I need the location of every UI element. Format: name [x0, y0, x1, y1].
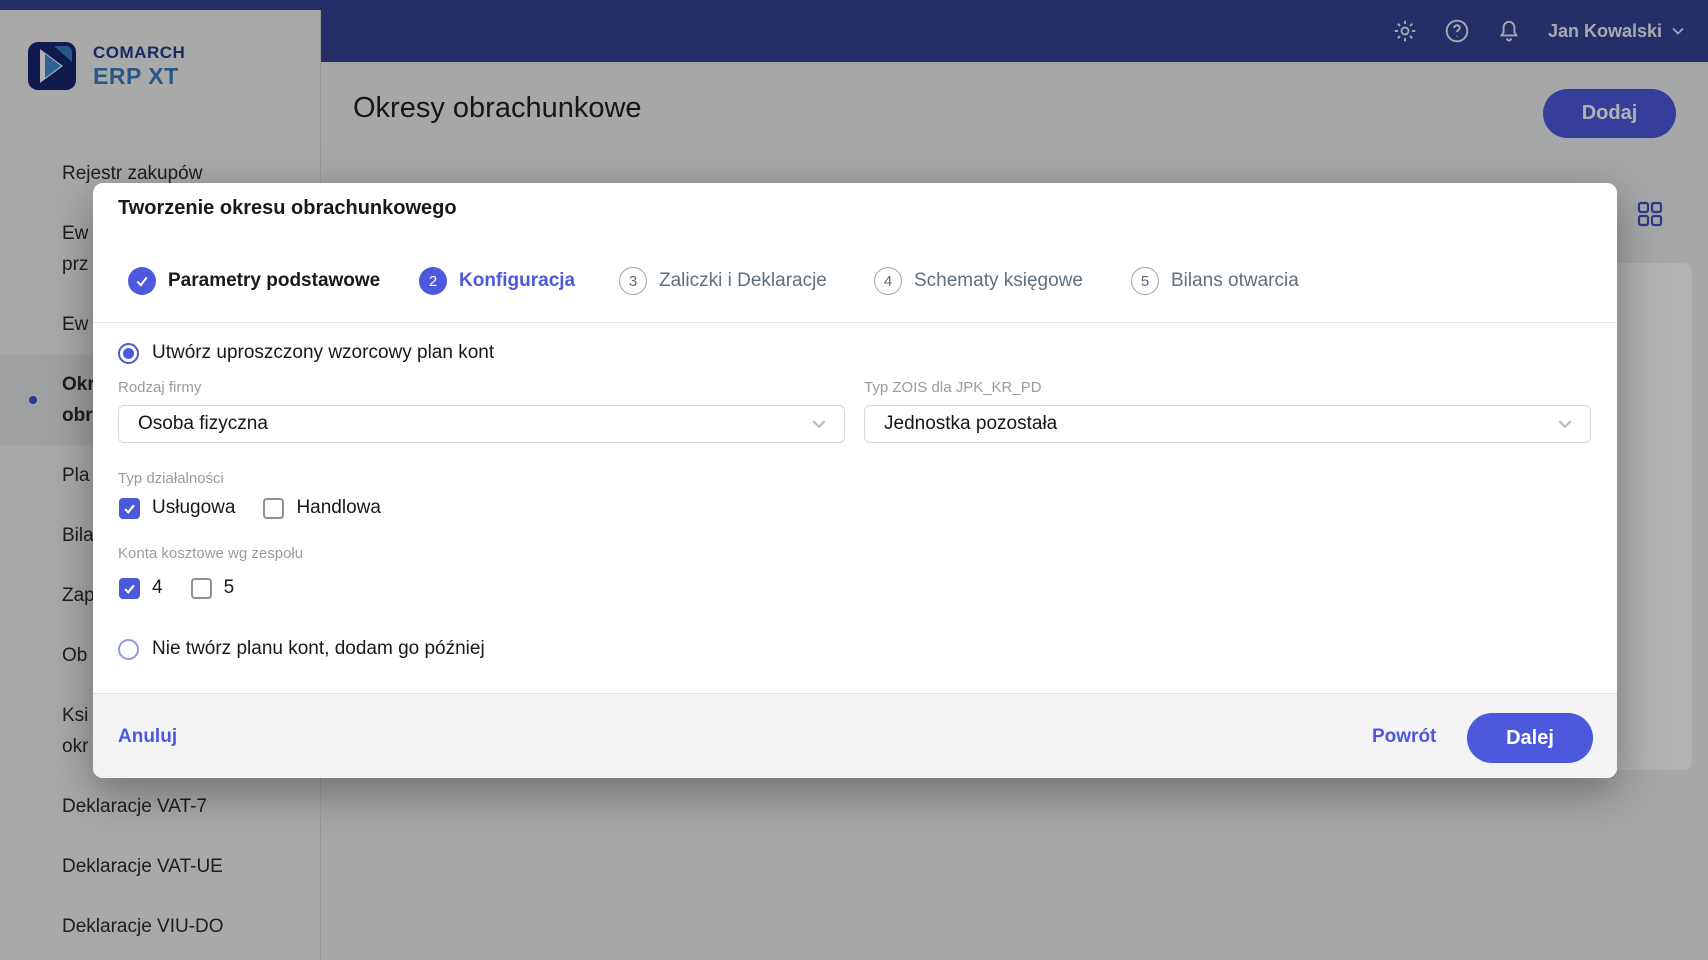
back-button[interactable]: Powrót	[1372, 694, 1436, 779]
chevron-down-icon	[1558, 420, 1572, 429]
checkbox-4[interactable]	[119, 577, 140, 599]
step-number: 2	[419, 267, 447, 295]
create-period-modal: Tworzenie okresu obrachunkowego Parametr…	[93, 183, 1617, 778]
radio-skip-plan-label: Nie twórz planu kont, dodam go później	[152, 638, 485, 659]
step-number: 3	[619, 267, 647, 295]
activity-type-group: Usługowa Handlowa	[119, 497, 381, 519]
checkbox-handlowa-label[interactable]: Handlowa	[296, 497, 381, 519]
step-label: Schematy księgowe	[914, 270, 1083, 291]
checkbox-uslugowa-label[interactable]: Usługowa	[152, 497, 235, 519]
step-label: Bilans otwarcia	[1171, 270, 1299, 291]
checkbox-5[interactable]	[190, 577, 212, 599]
next-button[interactable]: Dalej	[1467, 713, 1593, 763]
zois-type-select[interactable]: Jednostka pozostała	[864, 405, 1591, 443]
step-label: Konfiguracja	[459, 270, 576, 291]
activity-type-label: Typ działalności	[118, 470, 224, 487]
modal-title: Tworzenie okresu obrachunkowego	[118, 197, 457, 219]
radio-create-plan-label: Utwórz uproszczony wzorcowy plan kont	[152, 342, 495, 363]
wizard-step-2[interactable]: 2 Konfiguracja	[419, 253, 575, 309]
chevron-down-icon	[812, 420, 826, 429]
company-type-value: Osoba fizyczna	[138, 413, 268, 434]
divider	[93, 322, 1617, 323]
radio-icon	[118, 342, 139, 364]
wizard-stepper: Parametry podstawowe 2 Konfiguracja 3 Zalicz…	[93, 253, 1617, 309]
radio-create-plan[interactable]: Utwórz uproszczony wzorcowy plan kont	[118, 342, 494, 364]
zois-type-value: Jednostka pozostała	[884, 413, 1058, 434]
cost-accounts-label: Konta kosztowe wg zespołu	[118, 545, 304, 562]
checkbox-uslugowa[interactable]	[119, 497, 140, 519]
company-type-select[interactable]: Osoba fizyczna	[118, 405, 845, 443]
company-type-label: Rodzaj firmy	[118, 379, 202, 396]
checkbox-5-label[interactable]: 5	[224, 577, 235, 599]
cancel-button[interactable]: Anuluj	[118, 694, 177, 779]
step-label: Parametry podstawowe	[168, 270, 381, 291]
checkbox-handlowa[interactable]	[263, 497, 285, 519]
radio-skip-plan[interactable]: Nie twórz planu kont, dodam go później	[118, 638, 485, 660]
wizard-step-3[interactable]: 3 Zaliczki i Deklaracje	[619, 253, 827, 309]
modal-footer: Anuluj Powrót Dalej	[93, 693, 1617, 778]
cost-accounts-group: 4 5	[119, 577, 234, 599]
radio-icon	[118, 638, 139, 660]
zois-type-label: Typ ZOIS dla JPK_KR_PD	[864, 379, 1042, 396]
step-check-icon	[128, 267, 156, 295]
step-number: 4	[874, 267, 902, 295]
wizard-step-1[interactable]: Parametry podstawowe	[128, 253, 380, 309]
wizard-step-4[interactable]: 4 Schematy księgowe	[874, 253, 1083, 309]
wizard-step-5[interactable]: 5 Bilans otwarcia	[1131, 253, 1299, 309]
checkbox-4-label[interactable]: 4	[152, 577, 163, 599]
step-label: Zaliczki i Deklaracje	[659, 270, 827, 291]
step-number: 5	[1131, 267, 1159, 295]
